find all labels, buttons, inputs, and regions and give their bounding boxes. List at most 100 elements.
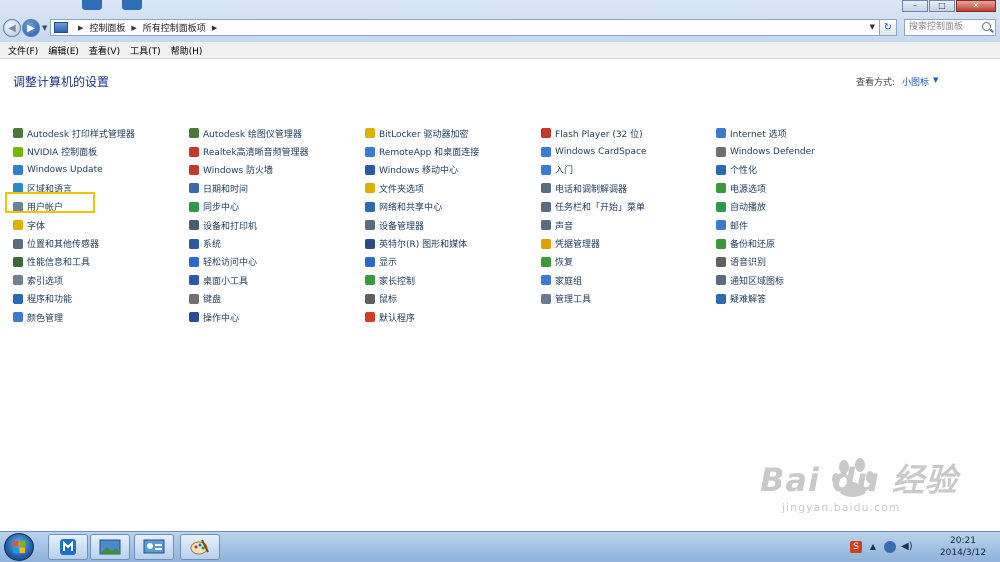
control-panel-item[interactable]: Flash Player (32 位) bbox=[541, 124, 647, 142]
item-icon bbox=[189, 256, 199, 267]
control-panel-item[interactable]: 文件夹选项 bbox=[365, 179, 479, 197]
control-panel-item[interactable]: Autodesk 打印样式管理器 bbox=[13, 124, 135, 142]
taskbar-app-picture-viewer[interactable] bbox=[90, 534, 130, 560]
control-panel-item[interactable]: 日期和时间 bbox=[189, 179, 309, 197]
item-icon bbox=[716, 183, 726, 194]
item-label: 通知区域图标 bbox=[730, 276, 785, 287]
control-panel-item[interactable]: Windows CardSpace bbox=[541, 142, 647, 160]
control-panel-item[interactable]: 操作中心 bbox=[189, 308, 309, 326]
control-panel-item[interactable]: 家长控制 bbox=[365, 271, 479, 289]
network-icon[interactable] bbox=[884, 541, 896, 553]
control-panel-item[interactable]: 备份和还原 bbox=[716, 234, 815, 252]
control-panel-item[interactable]: Internet 选项 bbox=[716, 124, 815, 142]
control-panel-item[interactable]: RemoteApp 和桌面连接 bbox=[365, 142, 479, 160]
control-panel-item[interactable]: 显示 bbox=[365, 253, 479, 271]
taskbar-app-paint[interactable] bbox=[180, 534, 220, 560]
volume-icon[interactable]: ◀) bbox=[901, 541, 913, 553]
item-label: 电话和调制解调器 bbox=[555, 184, 628, 195]
desktop-window-fragment bbox=[82, 0, 102, 10]
control-panel-item[interactable]: 网络和共享中心 bbox=[365, 198, 479, 216]
minimize-button[interactable]: – bbox=[902, 0, 928, 12]
item-label: Autodesk 绘图仪管理器 bbox=[203, 129, 302, 140]
control-panel-item[interactable]: 自动播放 bbox=[716, 198, 815, 216]
control-panel-item[interactable]: 同步中心 bbox=[189, 198, 309, 216]
item-label: 系统 bbox=[203, 240, 222, 251]
view-by-select[interactable]: 小图标 bbox=[902, 75, 929, 88]
control-panel-item[interactable]: 位置和其他传感器 bbox=[13, 234, 135, 252]
control-panel-item[interactable]: NVIDIA 控制面板 bbox=[13, 142, 135, 160]
control-panel-item[interactable]: 电话和调制解调器 bbox=[541, 179, 647, 197]
taskbar-app-control-panel[interactable] bbox=[134, 534, 174, 560]
control-panel-item[interactable]: Windows Update bbox=[13, 161, 135, 179]
control-panel-item[interactable]: 鼠标 bbox=[365, 290, 479, 308]
control-panel-item[interactable]: 电源选项 bbox=[716, 179, 815, 197]
control-panel-item[interactable]: 系统 bbox=[189, 234, 309, 252]
control-panel-item[interactable]: 性能信息和工具 bbox=[13, 253, 135, 271]
control-panel-item[interactable]: 轻松访问中心 bbox=[189, 253, 309, 271]
control-panel-item[interactable]: 英特尔(R) 图形和媒体 bbox=[365, 234, 479, 252]
address-dropdown-icon[interactable]: ▼ bbox=[870, 23, 875, 31]
item-icon bbox=[13, 128, 23, 139]
control-panel-item[interactable]: 管理工具 bbox=[541, 290, 647, 308]
control-panel-item[interactable]: 字体 bbox=[13, 216, 135, 234]
chevron-right-icon[interactable]: ▶ bbox=[131, 24, 136, 32]
control-panel-item[interactable]: 设备管理器 bbox=[365, 216, 479, 234]
control-panel-item[interactable]: 桌面小工具 bbox=[189, 271, 309, 289]
control-panel-item[interactable]: Windows 移动中心 bbox=[365, 161, 479, 179]
control-panel-item[interactable]: 颜色管理 bbox=[13, 308, 135, 326]
chevron-down-icon[interactable]: ▼ bbox=[933, 76, 938, 84]
control-panel-item[interactable]: BitLocker 驱动器加密 bbox=[365, 124, 479, 142]
search-input[interactable]: 搜索控制面板 bbox=[904, 19, 996, 36]
taskbar-app-maxthon[interactable] bbox=[48, 534, 88, 560]
address-path[interactable]: ▶ 控制面板 ▶ 所有控制面板项 ▶ ▼ bbox=[50, 19, 882, 36]
control-panel-item[interactable]: 入门 bbox=[541, 161, 647, 179]
item-icon bbox=[541, 183, 551, 194]
control-panel-item[interactable]: Realtek高清晰音频管理器 bbox=[189, 142, 309, 160]
control-panel-item[interactable]: 恢复 bbox=[541, 253, 647, 271]
control-panel-item[interactable]: 任务栏和「开始」菜单 bbox=[541, 198, 647, 216]
control-panel-item[interactable]: 家庭组 bbox=[541, 271, 647, 289]
item-label: Windows CardSpace bbox=[555, 146, 647, 157]
close-button[interactable]: ✕ bbox=[956, 0, 996, 12]
control-panel-item[interactable]: Autodesk 绘图仪管理器 bbox=[189, 124, 309, 142]
control-panel-item[interactable]: 程序和功能 bbox=[13, 290, 135, 308]
item-label: 索引选项 bbox=[27, 276, 64, 287]
menu-edit[interactable]: 编辑(E) bbox=[48, 44, 79, 57]
breadcrumb-all-items[interactable]: 所有控制面板项 bbox=[143, 21, 206, 34]
item-label: Internet 选项 bbox=[730, 129, 787, 140]
input-method-icon[interactable]: S bbox=[850, 541, 862, 553]
item-icon bbox=[189, 293, 199, 304]
menu-help[interactable]: 帮助(H) bbox=[171, 44, 203, 57]
control-panel-item[interactable]: Windows 防火墙 bbox=[189, 161, 309, 179]
show-hidden-icons-icon[interactable]: ▲ bbox=[867, 541, 879, 553]
item-label: 字体 bbox=[27, 221, 46, 232]
control-panel-item[interactable]: 个性化 bbox=[716, 161, 815, 179]
chevron-right-icon[interactable]: ▶ bbox=[78, 24, 83, 32]
control-panel-item[interactable]: 凭据管理器 bbox=[541, 234, 647, 252]
forward-button[interactable]: ▶ bbox=[22, 19, 40, 37]
breadcrumb-control-panel[interactable]: 控制面板 bbox=[89, 21, 125, 34]
refresh-button[interactable]: ↻ bbox=[879, 19, 897, 36]
item-label: Realtek高清晰音频管理器 bbox=[203, 148, 309, 159]
control-panel-item[interactable]: 通知区域图标 bbox=[716, 271, 815, 289]
control-panel-item[interactable]: 键盘 bbox=[189, 290, 309, 308]
start-button[interactable] bbox=[4, 533, 34, 561]
menu-view[interactable]: 查看(V) bbox=[89, 44, 120, 57]
control-panel-item[interactable]: 语音识别 bbox=[716, 253, 815, 271]
menu-file[interactable]: 文件(F) bbox=[8, 44, 38, 57]
control-panel-item[interactable]: 疑难解答 bbox=[716, 290, 815, 308]
item-label: Windows 防火墙 bbox=[203, 166, 274, 177]
control-panel-item[interactable]: Windows Defender bbox=[716, 142, 815, 160]
system-clock[interactable]: 20:21 2014/3/12 bbox=[937, 535, 989, 559]
control-panel-item[interactable]: 声音 bbox=[541, 216, 647, 234]
chevron-right-icon[interactable]: ▶ bbox=[212, 24, 217, 32]
back-button[interactable]: ◀ bbox=[3, 19, 21, 37]
control-panel-item[interactable]: 默认程序 bbox=[365, 308, 479, 326]
control-panel-item[interactable]: 邮件 bbox=[716, 216, 815, 234]
history-dropdown-icon[interactable]: ▼ bbox=[42, 24, 47, 32]
menu-tools[interactable]: 工具(T) bbox=[130, 44, 161, 57]
control-panel-item[interactable]: 设备和打印机 bbox=[189, 216, 309, 234]
maximize-button[interactable]: □ bbox=[929, 0, 955, 12]
control-panel-item[interactable]: 索引选项 bbox=[13, 271, 135, 289]
search-icon[interactable] bbox=[982, 22, 991, 31]
